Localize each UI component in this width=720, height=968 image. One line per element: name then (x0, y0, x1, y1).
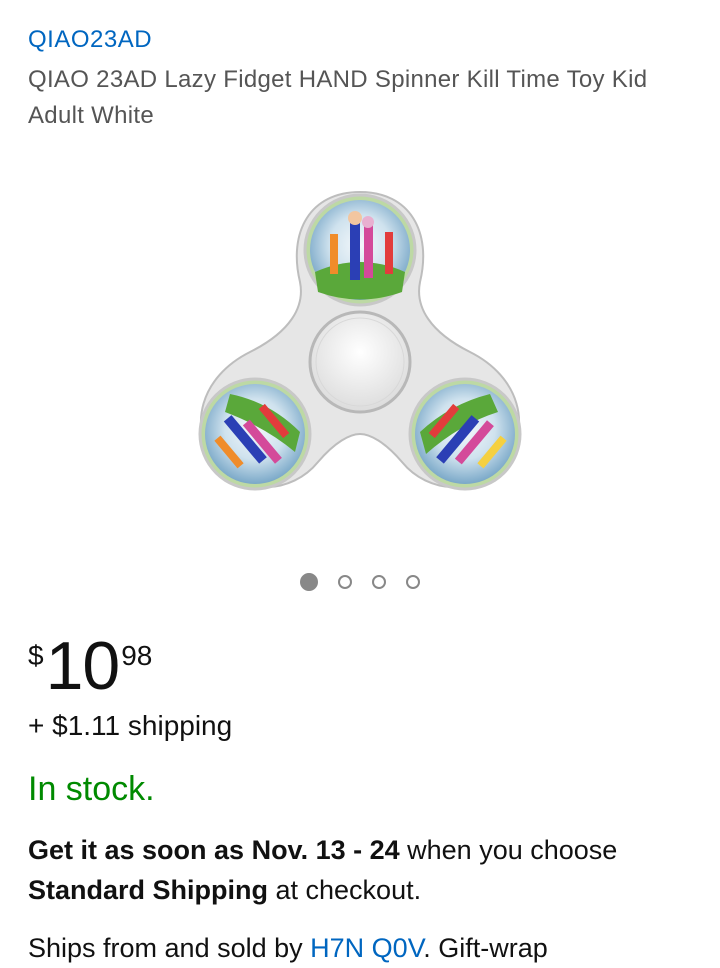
shipping-cost: + $1.11 shipping (28, 710, 233, 741)
availability-status: In stock. (28, 770, 155, 808)
delivery-estimate: Get it as soon as Nov. 13 - 24 when you … (28, 830, 698, 910)
right-disc (408, 377, 522, 491)
price-currency: $ (28, 640, 44, 671)
top-disc (303, 193, 417, 307)
seller-suffix: . Gift-wrap (423, 933, 548, 963)
delivery-tail: at checkout. (268, 875, 422, 905)
price: $ 10 98 (28, 630, 152, 710)
price-fraction: 98 (121, 640, 153, 671)
product-title: QIAO 23AD Lazy Fidget HAND Spinner Kill … (28, 66, 648, 129)
price-whole: 10 (45, 628, 121, 704)
brand-link[interactable]: QIAO23AD (28, 26, 152, 54)
product-image[interactable] (170, 172, 550, 522)
seller-info: Ships from and sold by H7N Q0V. Gift-wra… (28, 928, 718, 968)
carousel-dot-1[interactable] (300, 573, 318, 591)
delivery-method: Standard Shipping (28, 875, 268, 905)
left-disc (198, 377, 312, 491)
seller-prefix: Ships from and sold by (28, 933, 311, 963)
delivery-date: Get it as soon as Nov. 13 - 24 (28, 835, 400, 865)
carousel-dot-4[interactable] (406, 575, 420, 589)
image-carousel-indicator (0, 573, 720, 591)
center-hub (308, 310, 412, 414)
carousel-dot-3[interactable] (372, 575, 386, 589)
carousel-dot-2[interactable] (338, 575, 352, 589)
fidget-spinner-icon (198, 190, 522, 491)
delivery-middle: when you choose (399, 835, 618, 865)
seller-link[interactable]: H7N Q0V (310, 933, 423, 963)
